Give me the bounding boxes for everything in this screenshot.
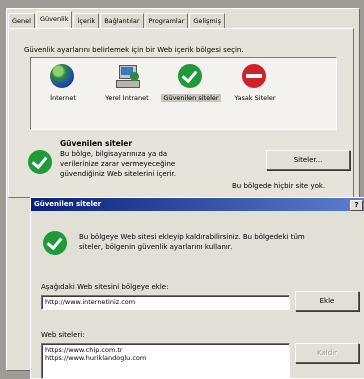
tab-icerik[interactable]: İçerik bbox=[73, 13, 100, 28]
dialog-titlebar: Güvenilen siteler ? bbox=[31, 198, 364, 211]
list-item[interactable]: https://www.huriklandoglu.com bbox=[45, 354, 289, 362]
tab-gelismis[interactable]: Gelişmiş bbox=[189, 13, 225, 28]
zone-info-line: Bu bölge, bilgisayarınıza ya da bbox=[60, 150, 168, 158]
zone-label: Yasak Siteler bbox=[234, 94, 276, 102]
zone-label: İnternet bbox=[50, 94, 76, 102]
zone-list: İnternet Yerel Intranet Güvenilen sitele… bbox=[30, 57, 337, 130]
intranet-icon bbox=[114, 64, 140, 90]
zone-label: Yerel Intranet bbox=[105, 94, 149, 102]
zone-local-intranet[interactable]: Yerel Intranet bbox=[95, 64, 159, 102]
tab-baglantilar[interactable]: Bağlantılar bbox=[100, 13, 144, 28]
zone-note: Bu bölgede hiçbir site yok. bbox=[232, 182, 326, 190]
zone-restricted-sites[interactable]: Yasak Siteler bbox=[223, 64, 287, 102]
trusted-zone-icon bbox=[43, 231, 67, 255]
tab-programlar[interactable]: Programlar bbox=[144, 13, 189, 28]
zone-info-line: verilerinize zarar vermeyeceğine bbox=[60, 160, 176, 168]
tab-genel[interactable]: Genel bbox=[8, 13, 35, 28]
globe-icon bbox=[50, 64, 76, 90]
zone-prompt: Güvenlik ayarlarını belirlemek için bir … bbox=[24, 46, 244, 54]
dialog-info-line: siteler, bölgenin güvenlik ayarlarını ku… bbox=[79, 243, 233, 251]
restricted-icon bbox=[242, 64, 268, 90]
add-button[interactable]: Ekle bbox=[295, 291, 359, 311]
trusted-check-icon bbox=[178, 64, 204, 90]
add-site-label: Aşağıdaki Web sitesini bölgeye ekle: bbox=[41, 283, 169, 291]
trusted-zone-icon bbox=[28, 150, 52, 174]
zone-internet[interactable]: İnternet bbox=[31, 64, 95, 102]
sites-list-label: Web siteleri: bbox=[41, 331, 85, 339]
sites-list[interactable]: https://www.chip.com.tr https://www.huri… bbox=[41, 343, 290, 379]
help-button[interactable]: ? bbox=[350, 200, 363, 211]
zone-info-line: güvendiğiniz Web sitelerini içerir. bbox=[60, 170, 177, 178]
tab-strip: Genel Güvenlik İçerik Bağlantılar Progra… bbox=[8, 11, 226, 29]
dialog-title: Güvenilen siteler bbox=[34, 200, 102, 208]
sites-button[interactable]: Siteler... bbox=[266, 150, 350, 170]
list-item[interactable]: https://www.chip.com.tr bbox=[45, 346, 289, 354]
dialog-info-line: Bu bölgeye Web sitesi ekleyip kaldırabil… bbox=[79, 233, 305, 241]
remove-button[interactable]: Kaldır bbox=[295, 343, 359, 363]
zone-info-title: Güvenilen siteler bbox=[60, 139, 133, 148]
tab-guvenlik[interactable]: Güvenlik bbox=[35, 11, 73, 28]
zone-trusted-sites[interactable]: Güvenilen siteler bbox=[159, 64, 223, 102]
trusted-sites-dialog: Güvenilen siteler ? Bu bölgeye Web sites… bbox=[30, 197, 364, 379]
zone-label: Güvenilen siteler bbox=[161, 94, 221, 102]
add-site-input[interactable]: http://www.internetiniz.com bbox=[41, 295, 290, 310]
